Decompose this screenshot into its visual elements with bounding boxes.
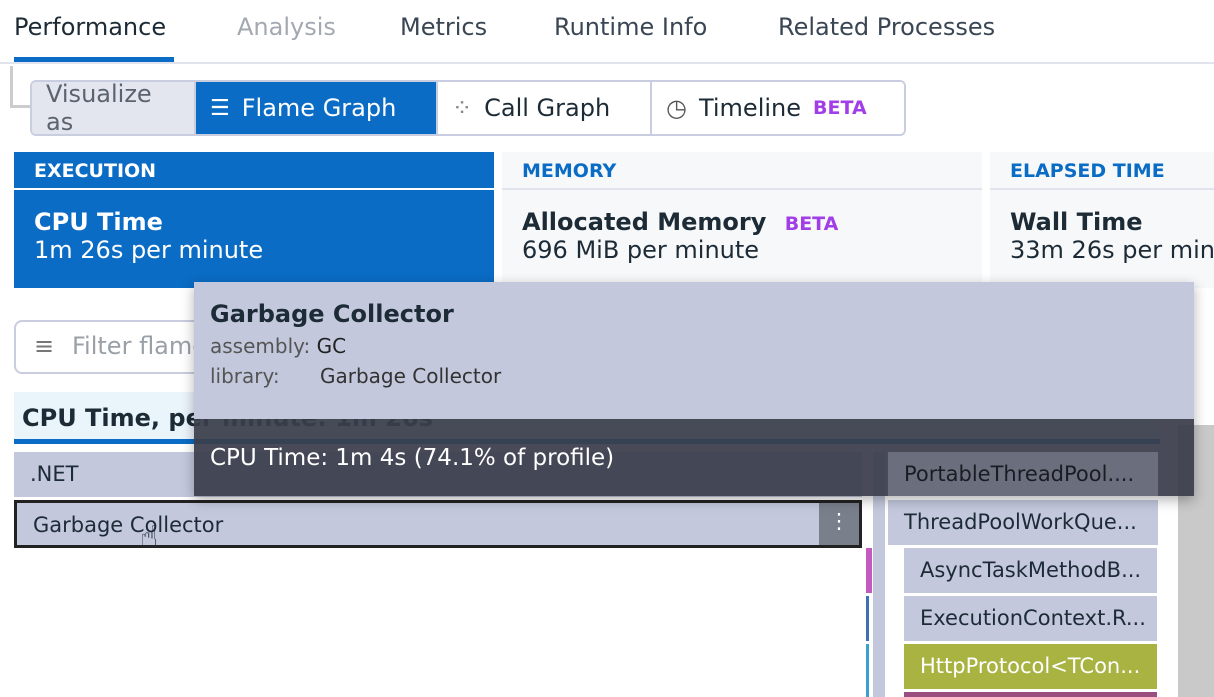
card-title: CPU Time <box>14 190 494 236</box>
beta-badge: BETA <box>785 213 839 235</box>
assembly-label: assembly: <box>210 334 310 358</box>
call-graph-button[interactable]: ⁘ Call Graph <box>438 82 652 134</box>
card-value: 1m 26s per minute <box>14 236 494 264</box>
card-header: MEMORY <box>502 152 982 190</box>
flame-graph-button[interactable]: ☰ Flame Graph <box>196 82 438 134</box>
card-title: Wall Time <box>990 190 1214 236</box>
flame-graph-label: Flame Graph <box>242 94 397 122</box>
filter-icon: ≡ <box>34 332 54 360</box>
visualize-label-text: Visualize as <box>46 80 180 136</box>
beta-badge: BETA <box>813 97 867 119</box>
more-options-icon[interactable]: ⋮ <box>819 503 859 545</box>
tooltip-title: Garbage Collector <box>210 300 1178 328</box>
library-label: library: <box>210 364 320 388</box>
frame-http-protocol[interactable]: HttpProtocol<TCon... <box>904 644 1157 689</box>
tab-related-processes[interactable]: Related Processes <box>778 0 995 62</box>
card-allocated-memory[interactable]: MEMORY Allocated Memory BETA 696 MiB per… <box>502 152 982 288</box>
card-header: ELAPSED TIME <box>990 152 1214 190</box>
card-header: EXECUTION <box>14 152 494 190</box>
card-value: 33m 26s per minute <box>990 236 1214 264</box>
frame-execution-context[interactable]: ExecutionContext.R... <box>904 596 1157 641</box>
tab-metrics[interactable]: Metrics <box>400 0 487 62</box>
tab-runtime-info[interactable]: Runtime Info <box>554 0 707 62</box>
assembly-value: GC <box>317 334 346 358</box>
frame-portable-thread-pool[interactable]: PortableThreadPool.... <box>888 452 1158 496</box>
visualize-label: Visualize as <box>32 82 196 134</box>
tab-performance[interactable]: Performance <box>14 0 174 62</box>
frame-sliver <box>866 644 869 697</box>
hand-cursor-icon: ☝ <box>140 520 158 555</box>
frame-sliver <box>866 596 869 641</box>
visualize-toggle: Visualize as ☰ Flame Graph ⁘ Call Graph ◷ T… <box>30 80 906 136</box>
frame-threadpool-work-queue[interactable]: ThreadPoolWorkQue... <box>888 500 1158 545</box>
flame-graph-icon: ☰ <box>210 96 230 121</box>
card-wall-time[interactable]: ELAPSED TIME Wall Time 33m 26s per minut… <box>990 152 1214 288</box>
timeline-label: Timeline <box>699 94 801 122</box>
library-value: Garbage Collector <box>320 364 501 388</box>
clock-icon: ◷ <box>666 94 687 122</box>
card-title: Allocated Memory <box>522 208 766 236</box>
frame-label: Garbage Collector <box>33 513 223 537</box>
tab-divider <box>0 62 1214 64</box>
call-graph-icon: ⁘ <box>452 94 472 122</box>
tab-analysis[interactable]: Analysis <box>237 0 336 62</box>
frame-sliver <box>866 548 872 593</box>
timeline-button[interactable]: ◷ Timeline BETA <box>652 82 904 134</box>
frame-async-task-method[interactable]: AsyncTaskMethodB... <box>904 548 1157 593</box>
card-value: 696 MiB per minute <box>502 236 982 264</box>
frame-next[interactable] <box>904 692 1157 697</box>
call-graph-label: Call Graph <box>484 94 610 122</box>
card-cpu-time[interactable]: EXECUTION CPU Time 1m 26s per minute <box>14 152 494 288</box>
